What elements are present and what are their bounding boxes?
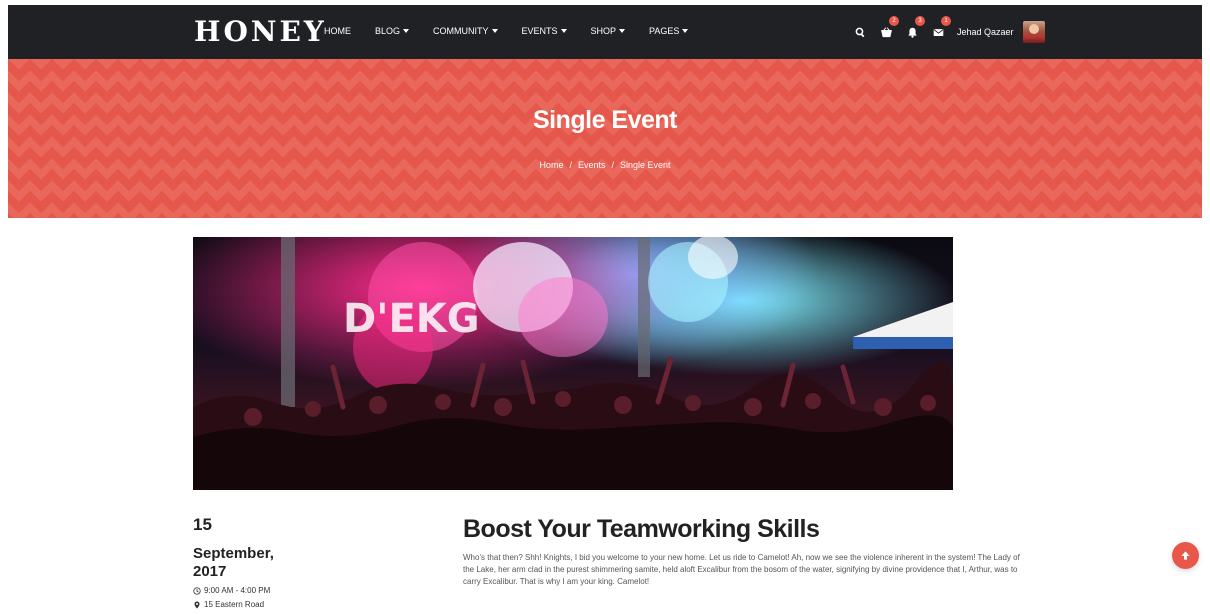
envelope-icon[interactable]: 1 <box>931 16 951 39</box>
breadcrumb-home[interactable]: Home <box>539 160 563 170</box>
breadcrumb: Home / Events / Single Event <box>8 160 1202 170</box>
caret-down-icon <box>491 29 498 33</box>
event-title: Boost Your Teamworking Skills <box>463 515 820 543</box>
event-description: Who's that then? Shh! Knights, I bid you… <box>463 553 1020 586</box>
concert-illustration: D'EKG <box>193 237 953 490</box>
message-count-badge: 1 <box>941 16 951 26</box>
banner-overlay <box>8 59 1202 218</box>
event-time-text: 9:00 AM - 4:00 PM <box>204 586 271 595</box>
caret-down-icon <box>403 29 410 33</box>
menu-item-pages[interactable]: PAGES <box>649 26 689 36</box>
menu-item-events[interactable]: EVENTS <box>522 26 567 36</box>
arrow-up-icon <box>1181 551 1190 560</box>
notification-count-badge: 3 <box>915 16 925 26</box>
map-pin-icon <box>194 601 200 608</box>
page-title: Single Event <box>532 106 678 134</box>
breadcrumb-events[interactable]: Events <box>578 160 606 170</box>
site-logo[interactable]: HONEY <box>194 15 327 48</box>
breadcrumb-separator: / <box>611 160 614 170</box>
avatar[interactable] <box>1022 21 1045 43</box>
svg-text:D'EKG: D'EKG <box>343 296 480 342</box>
menu-item-blog[interactable]: BLOG <box>375 26 410 36</box>
event-hero-image: D'EKG <box>193 237 953 490</box>
caret-down-icon <box>682 29 689 33</box>
top-navbar: HONEY HOME BLOG COMMUNITY EVENTS SHOP PA… <box>8 5 1202 59</box>
event-location: 15 Eastern Road <box>193 600 293 609</box>
event-day: 15 <box>193 515 212 534</box>
cart-count-badge: 2 <box>889 16 899 26</box>
page-banner: Single Event Home / Events / Single Event <box>8 59 1202 218</box>
caret-down-icon <box>619 29 626 33</box>
menu-item-community[interactable]: COMMUNITY <box>433 26 498 36</box>
breadcrumb-current: Single Event <box>620 160 671 170</box>
clock-icon <box>193 586 201 595</box>
user-toolbar: 2 3 1 Jehad Qazaer <box>853 16 1045 45</box>
event-location-text: 15 Eastern Road <box>204 600 265 609</box>
event-time: 9:00 AM - 4:00 PM <box>193 586 293 595</box>
event-date-block: 15 September, 2017 9:00 AM - 4:00 PM 15 … <box>193 515 293 609</box>
menu-item-shop[interactable]: SHOP <box>591 26 626 36</box>
event-month-year: September, 2017 <box>193 545 274 580</box>
breadcrumb-separator: / <box>569 160 572 170</box>
cart-icon[interactable]: 2 <box>879 16 899 39</box>
scroll-to-top-button[interactable] <box>1172 542 1199 569</box>
user-name[interactable]: Jehad Qazaer <box>957 27 1014 37</box>
main-menu: HOME BLOG COMMUNITY EVENTS SHOP PAGES <box>324 26 712 36</box>
caret-down-icon <box>560 29 567 33</box>
search-icon[interactable] <box>853 25 867 39</box>
menu-item-home[interactable]: HOME <box>324 26 351 36</box>
bell-icon[interactable]: 3 <box>905 16 925 39</box>
